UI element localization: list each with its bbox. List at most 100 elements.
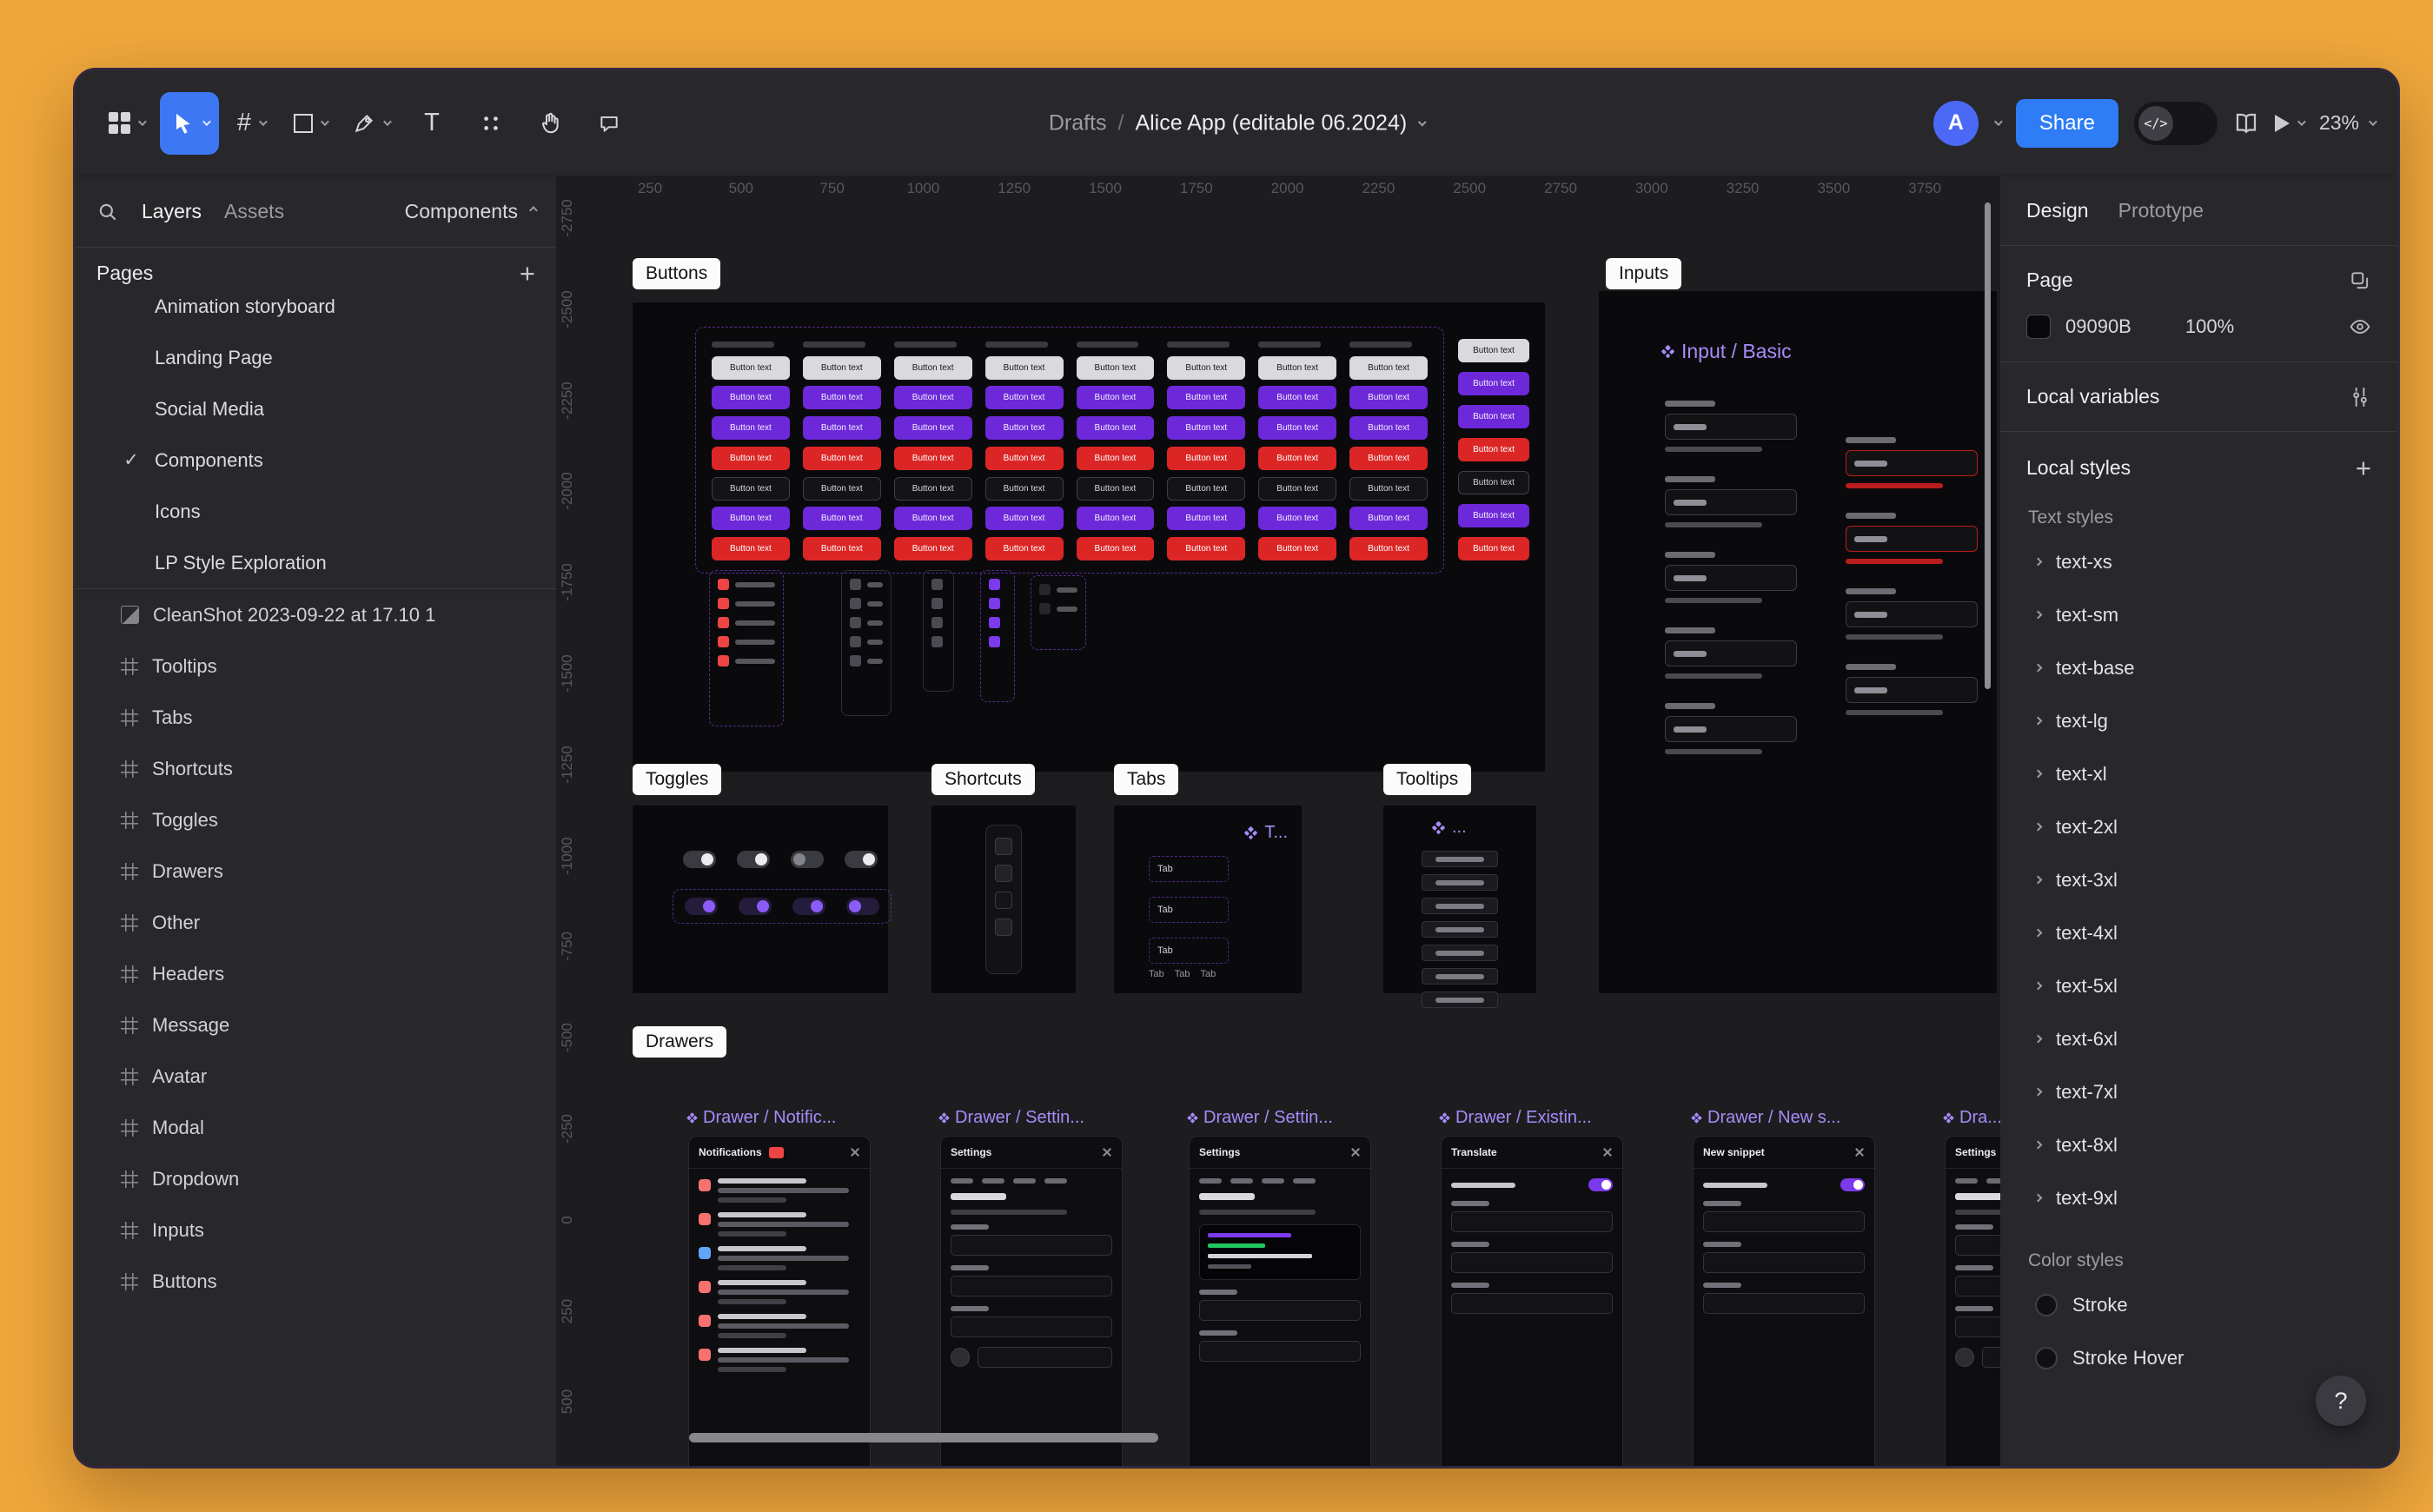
- dev-mode-toggle[interactable]: </>: [2133, 101, 2218, 145]
- visibility-eye-icon[interactable]: [2349, 315, 2371, 338]
- component-label[interactable]: Drawer / Existin...: [1439, 1108, 1623, 1128]
- drawer-component[interactable]: Drawer / Settin... Settings: [1187, 1108, 1371, 1466]
- f-input[interactable]: [1451, 1252, 1613, 1273]
- text-style-row[interactable]: text-9xl: [2026, 1171, 2371, 1224]
- component-label[interactable]: Drawer / Settin...: [938, 1108, 1123, 1128]
- present-button[interactable]: [2274, 114, 2306, 132]
- button-component[interactable]: Button text: [1458, 339, 1529, 362]
- button-component[interactable]: Button text: [1076, 446, 1155, 470]
- button-component[interactable]: Button text: [712, 476, 790, 501]
- drawer-component[interactable]: Drawer / Settin... Settings: [938, 1108, 1123, 1466]
- color-style-row[interactable]: Stroke Hover: [2026, 1331, 2371, 1384]
- button-component[interactable]: Button text: [1458, 537, 1529, 560]
- f-input[interactable]: [1955, 1276, 2000, 1296]
- pen-tool-button[interactable]: [342, 92, 400, 155]
- f-input[interactable]: [1703, 1293, 1865, 1314]
- component-label[interactable]: T...: [1244, 823, 1288, 843]
- button-component[interactable]: Button text: [1167, 416, 1246, 441]
- f-input[interactable]: [978, 1347, 1112, 1368]
- button-component[interactable]: Button text: [1458, 438, 1529, 461]
- drawer-component[interactable]: Drawer / Notific... Notifications: [686, 1108, 871, 1466]
- button-component[interactable]: Button text: [1349, 386, 1428, 410]
- color-style-row[interactable]: Stroke: [2026, 1278, 2371, 1331]
- drawer-component[interactable]: Drawer / Existin... Translate: [1439, 1108, 1623, 1466]
- f-input[interactable]: [1199, 1341, 1361, 1362]
- toggle-component[interactable]: [737, 851, 770, 868]
- input-component[interactable]: [1846, 513, 1978, 564]
- layer-row[interactable]: Other: [76, 897, 556, 948]
- toggles-frame[interactable]: [633, 806, 892, 993]
- button-component[interactable]: Button text: [1458, 504, 1529, 527]
- tab-component[interactable]: Tab: [1149, 938, 1229, 964]
- text-style-row[interactable]: text-4xl: [2026, 906, 2371, 959]
- f-input[interactable]: [1703, 1252, 1865, 1273]
- component-label[interactable]: Drawer / Settin...: [1187, 1108, 1371, 1128]
- page-row[interactable]: Animation storyboard: [76, 298, 556, 332]
- toggle-component[interactable]: [1588, 1178, 1613, 1191]
- page-row[interactable]: Landing Page: [76, 332, 556, 383]
- layer-row[interactable]: Message: [76, 999, 556, 1051]
- tab-component[interactable]: Tab: [1149, 897, 1229, 923]
- breadcrumb-folder[interactable]: Drafts: [1049, 110, 1107, 136]
- button-component[interactable]: Button text: [984, 536, 1064, 560]
- button-component[interactable]: Button text: [1349, 507, 1428, 531]
- button-component[interactable]: Button text: [1458, 372, 1529, 395]
- button-component[interactable]: Button text: [984, 446, 1064, 470]
- section-label-tabs[interactable]: Tabs: [1114, 764, 1179, 796]
- text-style-row[interactable]: text-8xl: [2026, 1118, 2371, 1171]
- page-styles-icon[interactable]: [2349, 269, 2371, 292]
- comment-tool-button[interactable]: [582, 92, 636, 155]
- icon-list-component[interactable]: [923, 570, 954, 692]
- button-component[interactable]: Button text: [984, 507, 1064, 531]
- layer-row[interactable]: Inputs: [76, 1204, 556, 1256]
- button-component[interactable]: Button text: [1258, 536, 1337, 560]
- f-input[interactable]: [1955, 1316, 2000, 1337]
- component-label[interactable]: Drawer / New s...: [1691, 1108, 1875, 1128]
- f-input[interactable]: [951, 1276, 1112, 1296]
- button-component[interactable]: Button text: [712, 507, 790, 531]
- button-component[interactable]: Button text: [1258, 386, 1337, 410]
- section-label-drawers[interactable]: Drawers: [633, 1026, 727, 1058]
- input-component[interactable]: [1846, 437, 1978, 488]
- button-component[interactable]: Button text: [1167, 507, 1246, 531]
- drawer-component[interactable]: Dra... Settings: [1943, 1108, 2000, 1466]
- drawer-component[interactable]: Drawer / New s... New snippet: [1691, 1108, 1875, 1466]
- tooltip-component[interactable]: [1422, 921, 1498, 938]
- tab-design[interactable]: Design: [2026, 199, 2089, 222]
- page-row[interactable]: Social Media: [76, 383, 556, 434]
- frame-tool-button[interactable]: #: [224, 92, 278, 155]
- f-input[interactable]: [1451, 1211, 1613, 1232]
- button-component[interactable]: Button text: [712, 536, 790, 560]
- button-component[interactable]: Button text: [1167, 476, 1246, 501]
- button-component[interactable]: Button text: [984, 355, 1064, 380]
- text-style-row[interactable]: text-xl: [2026, 747, 2371, 800]
- share-button[interactable]: Share: [2015, 98, 2118, 148]
- button-component[interactable]: Button text: [893, 507, 972, 531]
- menu-list-component[interactable]: [709, 570, 784, 726]
- page-row[interactable]: Icons: [76, 486, 556, 537]
- page-color-swatch[interactable]: [2026, 315, 2051, 339]
- f-input[interactable]: [1703, 1211, 1865, 1232]
- button-component[interactable]: Button text: [893, 416, 972, 441]
- page-color-opacity[interactable]: 100%: [2185, 315, 2234, 338]
- button-component[interactable]: Button text: [1349, 536, 1428, 560]
- toggle-component[interactable]: [792, 898, 825, 915]
- tooltip-component[interactable]: [1422, 851, 1498, 867]
- button-component[interactable]: Button text: [802, 507, 881, 531]
- page-color-hex[interactable]: 09090B: [2065, 315, 2131, 338]
- toggle-component[interactable]: [791, 851, 824, 868]
- button-component[interactable]: Button text: [1258, 355, 1337, 380]
- button-component[interactable]: Button text: [1076, 507, 1155, 531]
- zoom-control[interactable]: 23%: [2319, 111, 2377, 135]
- f-input[interactable]: [951, 1316, 1112, 1337]
- toggle-component[interactable]: [846, 898, 879, 915]
- button-component[interactable]: Button text: [712, 386, 790, 410]
- main-menu-button[interactable]: [98, 92, 155, 155]
- button-component[interactable]: Button text: [1258, 446, 1337, 470]
- text-style-row[interactable]: text-7xl: [2026, 1065, 2371, 1118]
- button-component[interactable]: Button text: [802, 355, 881, 380]
- text-style-row[interactable]: text-5xl: [2026, 959, 2371, 1012]
- f-input[interactable]: [951, 1235, 1112, 1256]
- section-label-toggles[interactable]: Toggles: [633, 764, 722, 796]
- layer-row[interactable]: Tabs: [76, 692, 556, 743]
